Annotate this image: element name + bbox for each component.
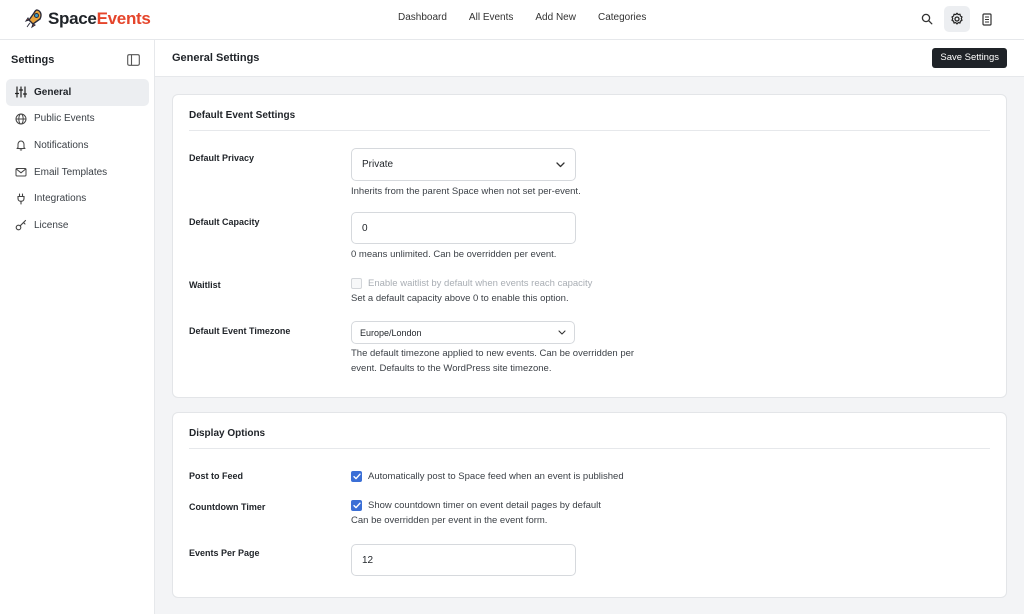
gear-icon bbox=[951, 12, 963, 25]
select-value: Europe/London bbox=[360, 327, 422, 338]
sidebar-title: Settings bbox=[11, 54, 55, 66]
select-value: Private bbox=[362, 159, 394, 170]
sidebar-nav: General Public Events Notifications Emai… bbox=[6, 79, 149, 239]
sidebar-item-integrations[interactable]: Integrations bbox=[6, 185, 149, 212]
display-options-card: Display Options Post to Feed Automatical… bbox=[172, 412, 1007, 598]
save-settings-button[interactable]: Save Settings bbox=[932, 48, 1007, 68]
nav-add-new[interactable]: Add New bbox=[535, 12, 576, 24]
card-title: Default Event Settings bbox=[189, 110, 296, 121]
nav-categories[interactable]: Categories bbox=[598, 12, 646, 24]
waitlist-label: Waitlist bbox=[189, 280, 221, 290]
logo-text: SpaceEvents bbox=[48, 9, 151, 28]
sidebar-item-label: Public Events bbox=[34, 113, 95, 125]
sidebar-item-public-events[interactable]: Public Events bbox=[6, 106, 149, 133]
settings-sidebar: Settings General Public Events Notificat… bbox=[0, 40, 155, 614]
page-title: General Settings bbox=[172, 52, 260, 64]
default-privacy-label: Default Privacy bbox=[189, 153, 255, 163]
search-icon bbox=[921, 13, 933, 25]
default-event-settings-card: Default Event Settings Default Privacy P… bbox=[172, 94, 1007, 398]
settings-content: Default Event Settings Default Privacy P… bbox=[155, 77, 1024, 614]
default-timezone-select[interactable]: Europe/London bbox=[351, 321, 575, 344]
default-timezone-field: Europe/London The default timezone appli… bbox=[351, 321, 634, 376]
chevron-down-icon bbox=[558, 330, 566, 335]
post-to-feed-checkbox-row[interactable]: Automatically post to Space feed when an… bbox=[351, 470, 624, 483]
help-text: Can be overridden per event in the event… bbox=[351, 515, 548, 526]
help-line: event. Defaults to the WordPress site ti… bbox=[351, 362, 552, 374]
document-icon bbox=[982, 12, 992, 26]
post-to-feed-field: Automatically post to Space feed when an… bbox=[351, 470, 624, 483]
default-capacity-label: Default Capacity bbox=[189, 217, 260, 227]
sidebar-item-general[interactable]: General bbox=[6, 79, 149, 106]
nav-all-events[interactable]: All Events bbox=[469, 12, 513, 24]
default-capacity-input[interactable]: 0 bbox=[351, 212, 576, 244]
sidebar-item-email-templates[interactable]: Email Templates bbox=[6, 159, 149, 186]
countdown-checkbox[interactable] bbox=[351, 500, 362, 511]
waitlist-checkbox-row[interactable]: Enable waitlist by default when events r… bbox=[351, 277, 592, 290]
mail-icon bbox=[15, 168, 27, 177]
divider bbox=[189, 448, 990, 449]
docs-button[interactable] bbox=[974, 6, 1000, 32]
page-header: General Settings Save Settings bbox=[155, 40, 1024, 77]
checkmark-icon bbox=[352, 473, 361, 480]
sidebar-collapse-icon[interactable] bbox=[127, 54, 140, 66]
checkbox-label: Automatically post to Space feed when an… bbox=[368, 471, 624, 482]
post-to-feed-checkbox[interactable] bbox=[351, 471, 362, 482]
rocket-logo-icon bbox=[24, 9, 42, 29]
help-text: Inherits from the parent Space when not … bbox=[351, 186, 581, 197]
globe-icon bbox=[15, 113, 27, 125]
nav-dashboard[interactable]: Dashboard bbox=[398, 12, 447, 24]
sidebar-item-label: License bbox=[34, 219, 69, 231]
events-per-page-label: Events Per Page bbox=[189, 548, 260, 558]
help-text: 0 means unlimited. Can be overridden per… bbox=[351, 249, 557, 260]
divider bbox=[189, 130, 990, 131]
card-title: Display Options bbox=[189, 428, 266, 439]
key-icon bbox=[15, 220, 27, 231]
checkmark-icon bbox=[352, 502, 361, 509]
default-capacity-field: 0 0 means unlimited. Can be overridden p… bbox=[351, 212, 576, 263]
plug-icon bbox=[17, 193, 25, 205]
sidebar-item-license[interactable]: License bbox=[6, 212, 149, 239]
countdown-timer-label: Countdown Timer bbox=[189, 502, 266, 512]
top-nav: Dashboard All Events Add New Categories bbox=[398, 12, 668, 24]
events-per-page-field: 12 bbox=[351, 544, 576, 576]
top-bar: SpaceEvents Dashboard All Events Add New… bbox=[0, 0, 1024, 40]
help-text: The default timezone applied to new even… bbox=[351, 347, 634, 376]
countdown-checkbox-row[interactable]: Show countdown timer on event detail pag… bbox=[351, 499, 601, 512]
search-button[interactable] bbox=[914, 6, 940, 32]
post-to-feed-label: Post to Feed bbox=[189, 471, 244, 481]
sidebar-item-label: Notifications bbox=[34, 139, 89, 151]
bell-icon bbox=[16, 140, 26, 152]
default-privacy-select[interactable]: Private bbox=[351, 148, 576, 181]
checkbox-label: Show countdown timer on event detail pag… bbox=[368, 500, 601, 511]
default-timezone-label: Default Event Timezone bbox=[189, 326, 291, 336]
countdown-timer-field: Show countdown timer on event detail pag… bbox=[351, 499, 601, 529]
help-text: Set a default capacity above 0 to enable… bbox=[351, 293, 569, 304]
top-actions bbox=[914, 6, 1000, 32]
help-line: The default timezone applied to new even… bbox=[351, 348, 635, 359]
chevron-down-icon bbox=[556, 161, 565, 167]
sidebar-item-label: General bbox=[34, 86, 72, 98]
default-privacy-field: Private Inherits from the parent Space w… bbox=[351, 148, 581, 200]
app-logo[interactable]: SpaceEvents bbox=[24, 8, 151, 30]
settings-button[interactable] bbox=[944, 6, 970, 32]
waitlist-checkbox[interactable] bbox=[351, 278, 362, 289]
sidebar-item-label: Integrations bbox=[34, 193, 87, 205]
checkbox-label: Enable waitlist by default when events r… bbox=[368, 278, 593, 289]
sidebar-item-notifications[interactable]: Notifications bbox=[6, 132, 149, 159]
sliders-icon bbox=[15, 86, 27, 98]
waitlist-field: Enable waitlist by default when events r… bbox=[351, 277, 592, 307]
events-per-page-input[interactable]: 12 bbox=[351, 544, 576, 576]
sidebar-item-label: Email Templates bbox=[34, 166, 108, 178]
